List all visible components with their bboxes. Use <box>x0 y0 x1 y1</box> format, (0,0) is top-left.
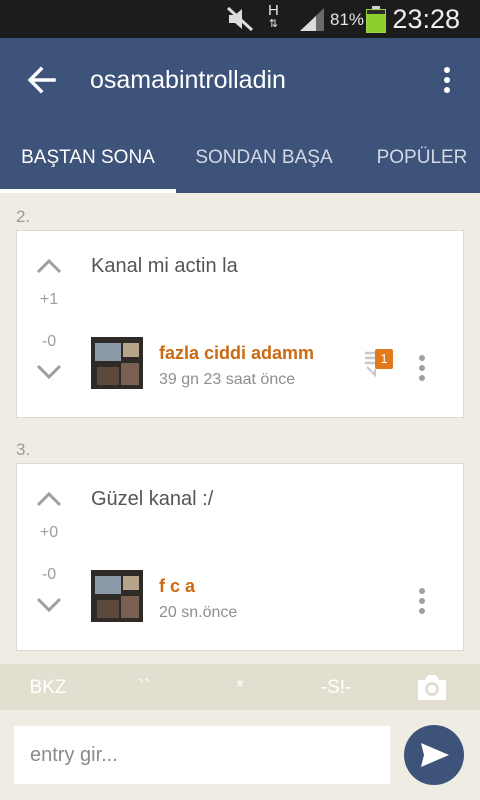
app-bar: osamabintrolladin BAŞTAN SONA SONDAN BAŞ… <box>0 38 480 193</box>
network-arrows-icon: ⇅ <box>268 18 279 30</box>
downvote-count: -0 <box>41 566 57 583</box>
bkz-button[interactable]: BKZ <box>16 664 80 710</box>
send-icon <box>421 743 449 767</box>
camera-icon[interactable] <box>416 672 448 702</box>
topic-title: osamabintrolladin <box>90 66 286 94</box>
status-bar: H ⇅ 81% 23:28 <box>0 0 480 38</box>
entry-number: 3. <box>16 440 31 459</box>
author-name[interactable]: f c a <box>159 576 195 597</box>
back-arrow-icon[interactable] <box>24 62 60 98</box>
entry-timestamp: 20 sn.önce <box>159 604 238 621</box>
downvote-count: -0 <box>41 333 57 350</box>
network-type-label: H <box>268 2 279 19</box>
tab-bar: BAŞTAN SONA SONDAN BAŞA POPÜLER <box>0 133 480 193</box>
composer <box>0 710 480 800</box>
formatting-toolbar: BKZ `` * -S!- <box>0 664 480 710</box>
entry-number: 2. <box>16 207 31 226</box>
entry-text: Kanal mi actin la <box>91 255 238 277</box>
tab-sondan-basa[interactable]: SONDAN BAŞA <box>176 133 352 193</box>
reply-count-badge: 1 <box>375 349 393 369</box>
send-button[interactable] <box>404 725 464 785</box>
backtick-button[interactable]: `` <box>120 664 168 710</box>
battery-percent: 81% <box>330 10 365 29</box>
entry-menu-icon[interactable] <box>416 353 428 383</box>
signal-icon <box>300 8 324 31</box>
downvote-chevron-icon[interactable] <box>35 596 63 614</box>
entry-input[interactable] <box>14 726 390 784</box>
tab-bastan-sona[interactable]: BAŞTAN SONA <box>0 133 176 193</box>
tab-populer[interactable]: POPÜLER <box>352 133 480 193</box>
avatar[interactable] <box>91 570 143 622</box>
reply-icon[interactable]: 1 <box>363 349 393 379</box>
entry-menu-icon[interactable] <box>416 586 428 616</box>
upvote-chevron-icon[interactable] <box>35 490 63 508</box>
spoiler-button[interactable]: -S!- <box>304 664 368 710</box>
overflow-menu-icon[interactable] <box>438 64 456 96</box>
upvote-count: +0 <box>39 524 59 541</box>
entry-text: Güzel kanal :/ <box>91 488 214 510</box>
avatar[interactable] <box>91 337 143 389</box>
mute-icon <box>226 6 254 32</box>
network-type-indicator: H ⇅ <box>268 2 279 30</box>
author-name[interactable]: fazla ciddi adamm <box>159 343 314 364</box>
upvote-count: +1 <box>39 291 59 308</box>
asterisk-button[interactable]: * <box>220 664 260 710</box>
entry-timestamp: 39 gn 23 saat önce <box>159 371 296 388</box>
clock: 23:28 <box>392 4 460 34</box>
downvote-chevron-icon[interactable] <box>35 363 63 381</box>
entry-card: +1 -0 Kanal mi actin la fazla ciddi adam… <box>16 230 464 418</box>
upvote-chevron-icon[interactable] <box>35 257 63 275</box>
battery-icon <box>366 6 386 33</box>
entry-card: +0 -0 Güzel kanal :/ f c a 20 sn.önce <box>16 463 464 651</box>
